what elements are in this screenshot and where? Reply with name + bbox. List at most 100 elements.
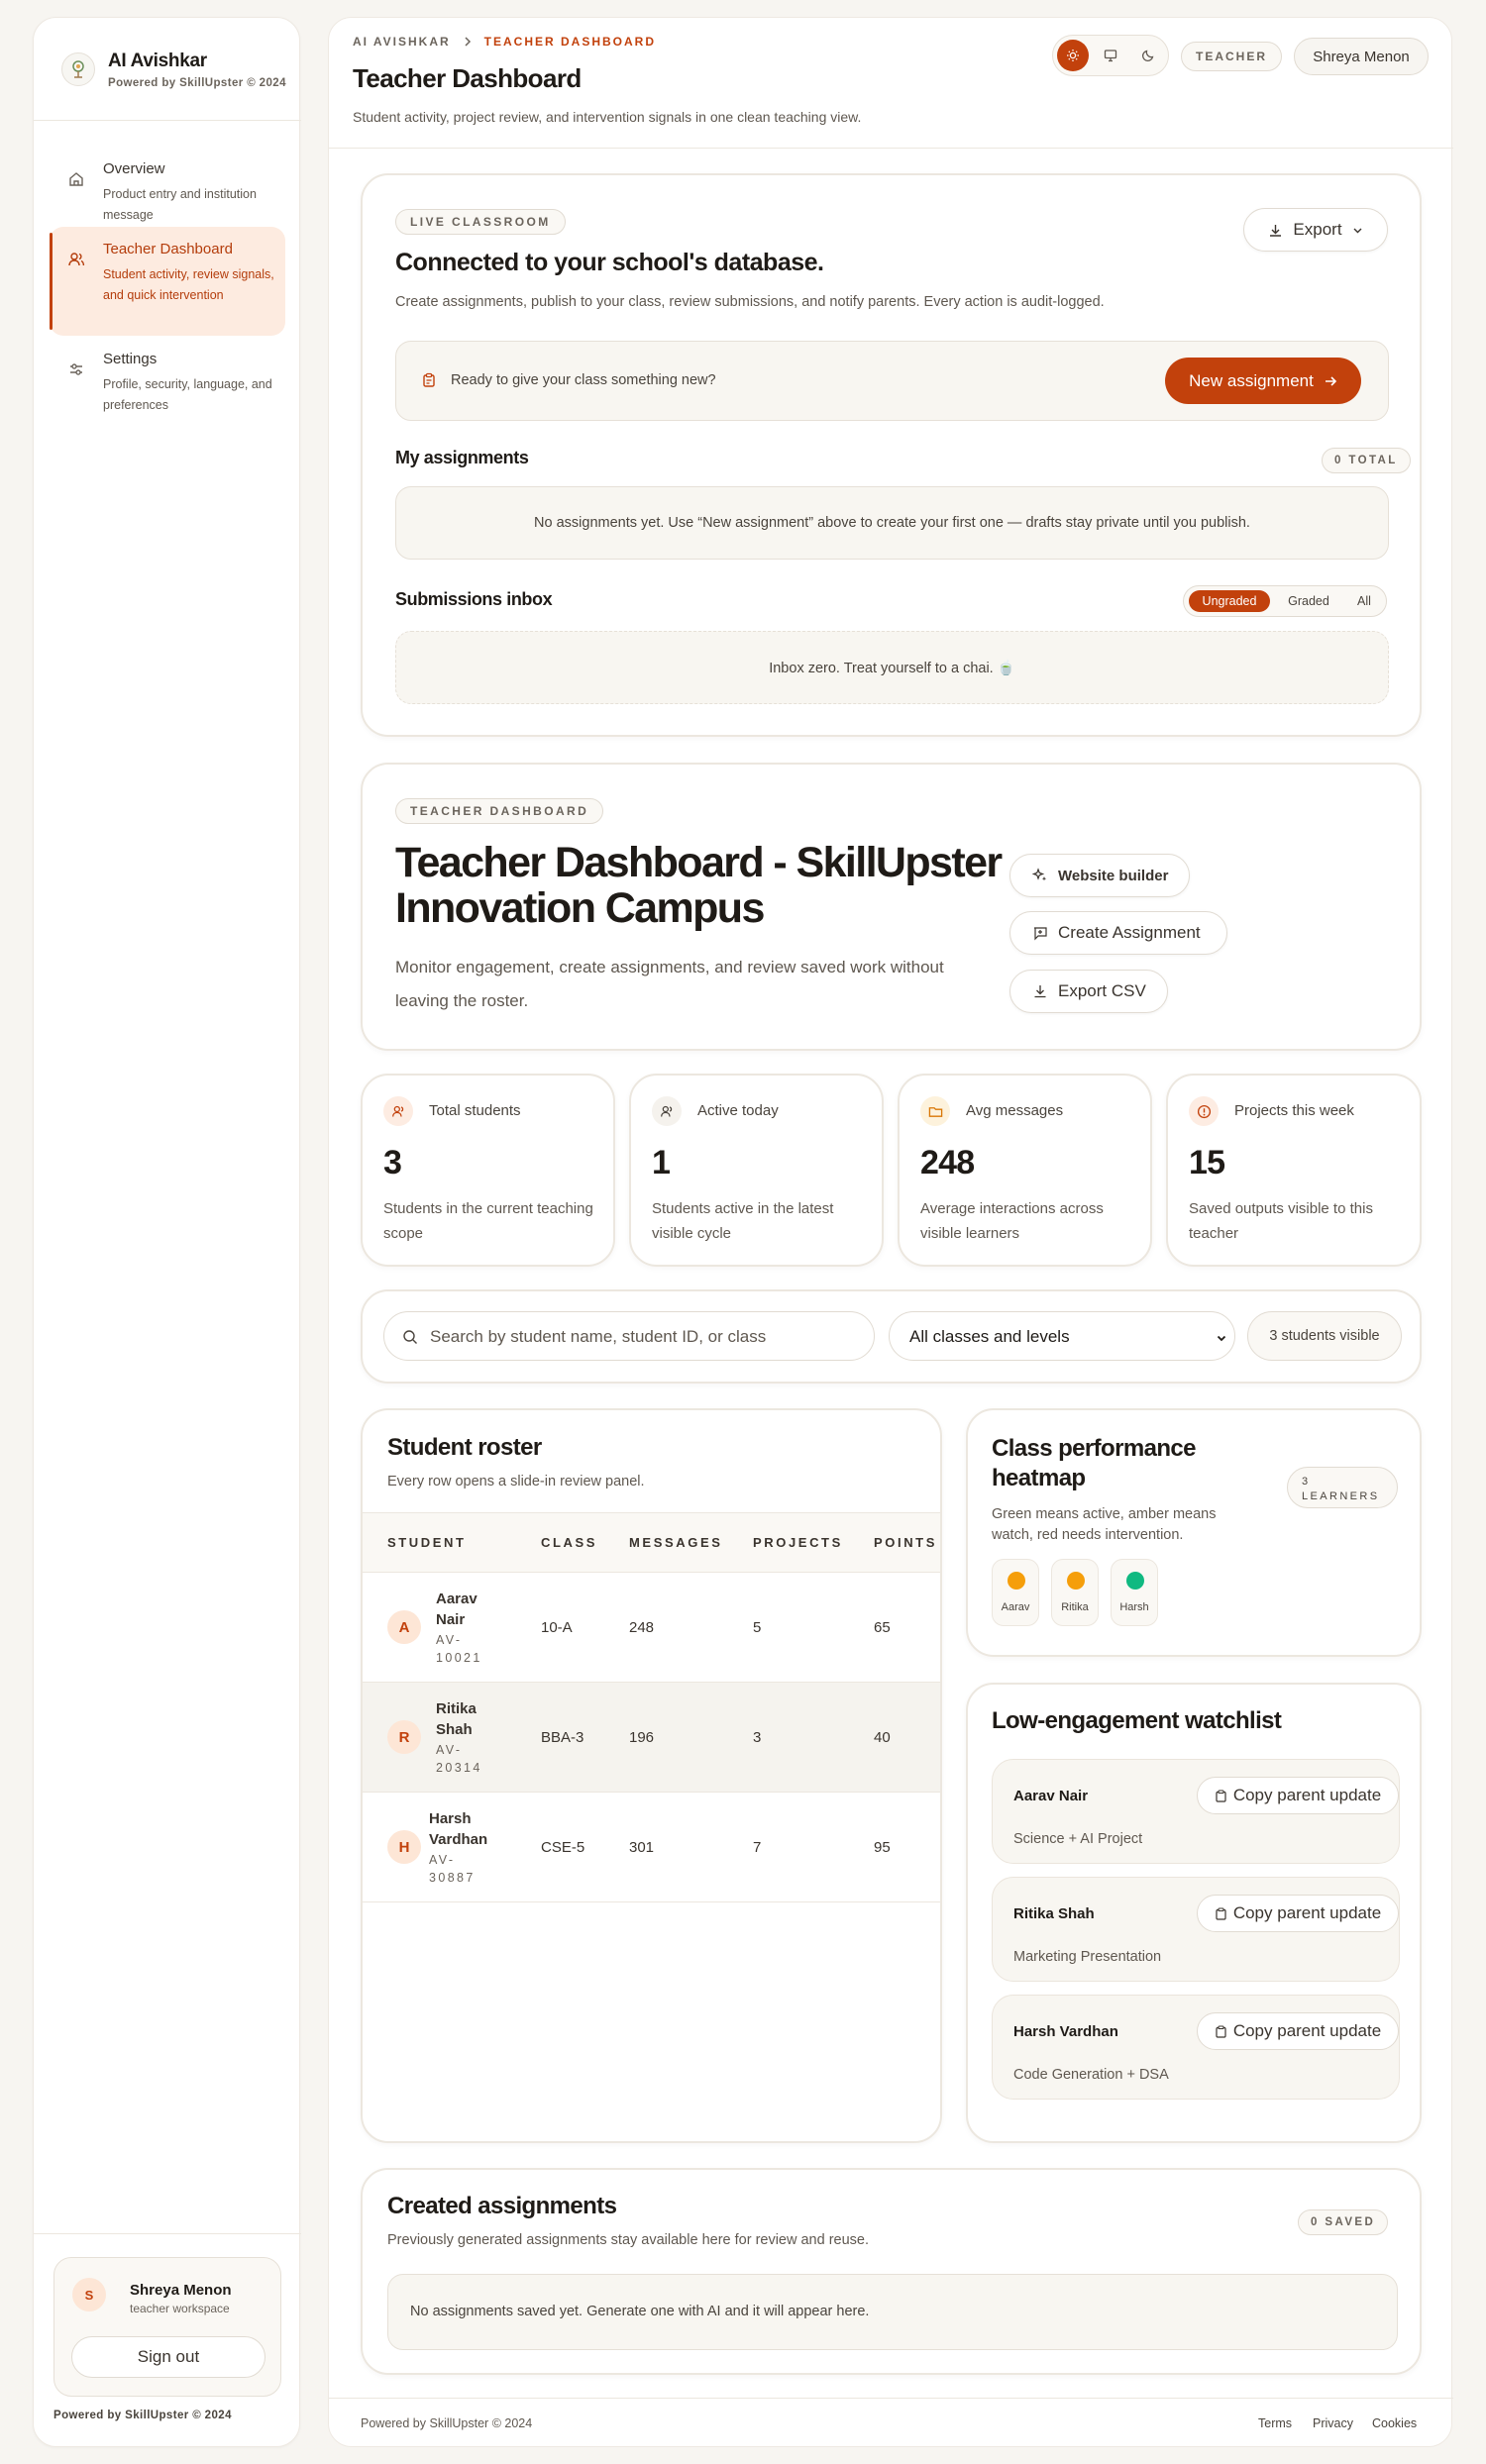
watchlist-project: Code Generation + DSA <box>1013 2067 1169 2083</box>
copy-parent-update-button[interactable]: Copy parent update <box>1197 1777 1399 1814</box>
student-name: Harsh Vardhan <box>429 1810 488 1848</box>
search-input[interactable]: Search by student name, student ID, or c… <box>383 1311 875 1361</box>
theme-switcher <box>1052 35 1169 76</box>
assignments-total-badge: 0 TOTAL <box>1322 448 1411 473</box>
table-row[interactable]: A Aarav Nair AV-10021 10-A 248 5 65 <box>363 1572 940 1683</box>
breadcrumb-current: TEACHER DASHBOARD <box>483 35 657 49</box>
sun-icon[interactable] <box>1057 40 1089 71</box>
banner-prompt: Ready to give your class something new? <box>451 372 716 388</box>
created-assignments-subtitle: Previously generated assignments stay av… <box>387 2232 870 2248</box>
copy-parent-update-button[interactable]: Copy parent update <box>1197 1895 1399 1932</box>
hero-title-line1: Teacher Dashboard - SkillUpster <box>395 839 1003 886</box>
chevron-down-icon <box>1353 228 1362 233</box>
student-id: AV-30887 <box>429 1853 476 1885</box>
sign-out-button[interactable]: Sign out <box>71 2336 265 2378</box>
stat-card-avg-messages: Avg messages 248 Average interactions ac… <box>898 1074 1152 1267</box>
learners-badge: 3 LEARNERS <box>1287 1467 1398 1508</box>
live-classroom-desc: Create assignments, publish to your clas… <box>395 294 1105 310</box>
sidebar-item-desc: Product entry and institution message <box>103 187 257 222</box>
column-header-student[interactable]: STUDENT <box>363 1512 541 1573</box>
table-header-row: STUDENT CLASS MESSAGES PROJECTS POINTS <box>363 1512 940 1573</box>
filter-all[interactable]: All <box>1345 590 1383 612</box>
student-name: Ritika Shah <box>436 1700 477 1738</box>
footer-link-cookies[interactable]: Cookies <box>1372 2416 1417 2430</box>
export-label: Export <box>1293 220 1342 239</box>
heatmap-cell[interactable]: Ritika <box>1051 1559 1099 1626</box>
user-menu-button[interactable]: Shreya Menon <box>1294 38 1429 75</box>
column-header-class[interactable]: CLASS <box>541 1512 629 1573</box>
student-messages: 196 <box>629 1682 753 1793</box>
page-footer: Powered by SkillUpster © 2024 Terms Priv… <box>329 2398 1453 2447</box>
folder-icon <box>920 1096 950 1126</box>
download-icon <box>1034 985 1046 998</box>
assignments-empty-state: No assignments yet. Use “New assignment”… <box>395 486 1389 560</box>
export-button[interactable]: Export <box>1243 208 1388 252</box>
copy-parent-update-label: Copy parent update <box>1232 1786 1382 1804</box>
heatmap-cell[interactable]: Harsh <box>1111 1559 1158 1626</box>
table-row[interactable]: H Harsh Vardhan AV-30887 CSE-5 301 7 95 <box>363 1792 940 1902</box>
live-classroom-title: Connected to your school's database. <box>395 249 824 276</box>
clipboard-icon <box>1216 2024 1226 2038</box>
student-id: AV-20314 <box>436 1743 482 1775</box>
student-class: CSE-5 <box>541 1792 629 1902</box>
monitor-icon[interactable] <box>1095 40 1126 71</box>
avatar: H <box>387 1830 421 1864</box>
filter-ungraded[interactable]: Ungraded <box>1189 590 1270 612</box>
live-classroom-tag: LIVE CLASSROOM <box>395 209 566 235</box>
sidebar-item-label: Teacher Dashboard <box>103 241 233 257</box>
sidebar-item-settings[interactable]: Settings Profile, security, language, an… <box>50 337 285 432</box>
dashboard-hero-card: TEACHER DASHBOARD Teacher Dashboard - Sk… <box>361 763 1422 1051</box>
table-row[interactable]: R Ritika Shah AV-20314 BBA-3 196 3 40 <box>363 1682 940 1793</box>
users-icon <box>383 1096 413 1126</box>
column-header-projects[interactable]: PROJECTS <box>753 1512 874 1573</box>
alert-circle-icon <box>1189 1096 1219 1126</box>
heatmap-title: Class performance heatmap <box>992 1435 1197 1491</box>
page-subtitle: Student activity, project review, and in… <box>353 109 862 125</box>
stat-label: Avg messages <box>966 1102 1064 1119</box>
visible-count-badge: 3 students visible <box>1247 1311 1402 1361</box>
watchlist-item: Aarav Nair Science + AI Project Copy par… <box>992 1759 1400 1864</box>
learners-label: LEARNERS <box>1302 1490 1380 1502</box>
heatmap-cell-name: Harsh <box>1119 1601 1149 1613</box>
moon-icon[interactable] <box>1132 40 1164 71</box>
breadcrumb: AI AVISHKAR TEACHER DASHBOARD <box>353 35 656 49</box>
my-assignments-heading: My assignments <box>395 448 529 467</box>
export-csv-button[interactable]: Export CSV <box>1009 970 1168 1013</box>
website-builder-button[interactable]: Website builder <box>1009 854 1190 897</box>
column-header-points[interactable]: POINTS <box>874 1512 940 1573</box>
copy-parent-update-button[interactable]: Copy parent update <box>1197 2012 1399 2050</box>
clipboard-icon <box>1216 1789 1226 1802</box>
create-assignment-button[interactable]: Create Assignment <box>1009 911 1227 955</box>
watchlist-item: Ritika Shah Marketing Presentation Copy … <box>992 1877 1400 1982</box>
watchlist-card: Low-engagement watchlist Aarav Nair Scie… <box>966 1683 1422 2143</box>
sidebar-item-teacher-dashboard[interactable]: Teacher Dashboard Student activity, revi… <box>50 227 285 336</box>
filter-graded[interactable]: Graded <box>1274 590 1343 612</box>
new-assignment-banner: Ready to give your class something new? … <box>395 341 1389 421</box>
footer-link-privacy[interactable]: Privacy <box>1313 2416 1353 2430</box>
heatmap-cell-name: Aarav <box>1001 1601 1030 1613</box>
inbox-empty-state: Inbox zero. Treat yourself to a chai. 🍵 <box>395 631 1389 704</box>
website-builder-label: Website builder <box>1058 867 1169 884</box>
new-assignment-button[interactable]: New assignment <box>1165 358 1361 404</box>
student-points: 65 <box>874 1572 940 1683</box>
footer-link-terms[interactable]: Terms <box>1258 2416 1292 2430</box>
student-projects: 5 <box>753 1572 874 1683</box>
stat-value: 1 <box>652 1144 671 1181</box>
user-check-icon <box>652 1096 682 1126</box>
stat-desc: Students in the current teaching scope <box>383 1200 593 1242</box>
user-role: teacher workspace <box>130 2302 230 2315</box>
class-select[interactable]: All classes and levels <box>889 1311 1235 1361</box>
status-dot <box>1008 1572 1025 1590</box>
users-icon <box>68 253 85 266</box>
stat-value: 248 <box>920 1144 975 1181</box>
clipboard-icon <box>423 372 435 387</box>
column-header-messages[interactable]: MESSAGES <box>629 1512 753 1573</box>
student-messages: 301 <box>629 1792 753 1902</box>
heatmap-cell[interactable]: Aarav <box>992 1559 1039 1626</box>
inbox-empty-text: Inbox zero. Treat yourself to a chai. 🍵 <box>769 661 1015 676</box>
stat-value: 3 <box>383 1144 402 1181</box>
export-csv-label: Export CSV <box>1058 981 1146 1000</box>
breadcrumb-root[interactable]: AI AVISHKAR <box>353 35 451 49</box>
stat-card-total-students: Total students 3 Students in the current… <box>361 1074 615 1267</box>
roster-title: Student roster <box>387 1434 542 1461</box>
